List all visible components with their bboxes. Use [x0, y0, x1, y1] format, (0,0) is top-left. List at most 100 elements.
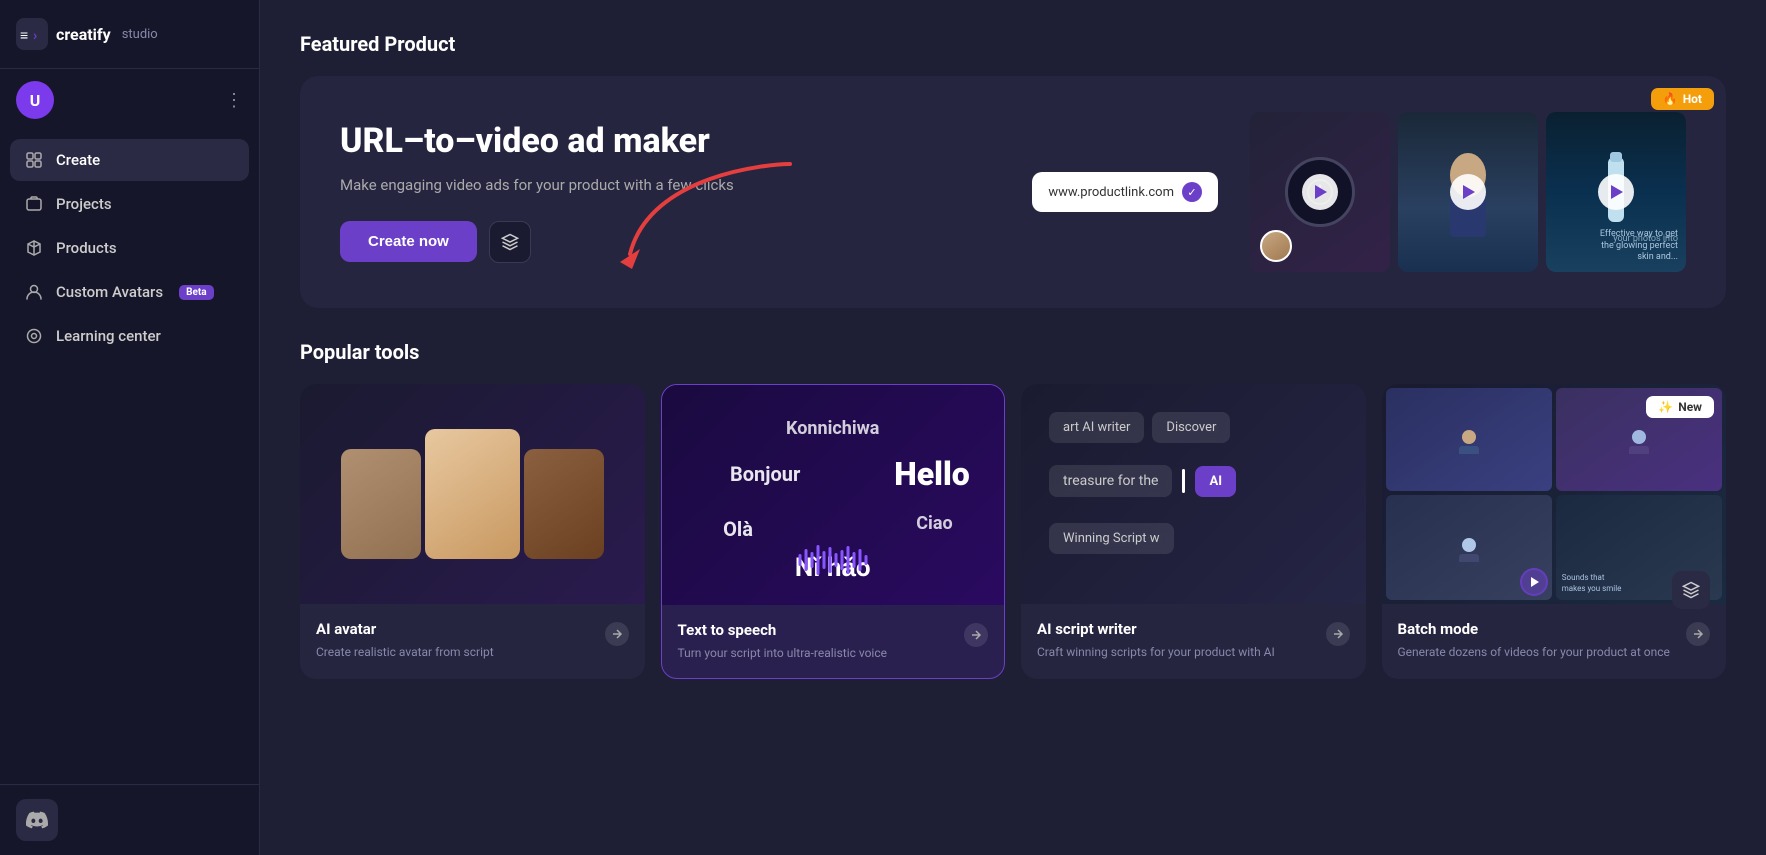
svg-text:≡: ≡: [20, 28, 28, 44]
ai-script-info: AI script writer Craft winning scripts f…: [1021, 604, 1366, 677]
url-section: www.productlink.com ✓: [1032, 172, 1218, 212]
ai-script-arrow[interactable]: [1326, 622, 1350, 646]
ai-avatar-name: AI avatar: [316, 620, 494, 638]
featured-visuals: www.productlink.com ✓: [780, 112, 1686, 272]
avatar-faces: [321, 409, 624, 579]
tool-card-ai-script[interactable]: art AI writer Discover treasure for the …: [1021, 384, 1366, 679]
sidebar-item-products[interactable]: Products: [10, 227, 249, 269]
batch-desc: Generate dozens of videos for your produ…: [1398, 644, 1670, 661]
sidebar-item-avatars-label: Custom Avatars: [56, 283, 163, 301]
tools-grid: AI avatar Create realistic avatar from s…: [300, 384, 1726, 679]
tts-arrow[interactable]: [964, 623, 988, 647]
tts-desc: Turn your script into ultra-realistic vo…: [678, 645, 888, 662]
tts-waveform: [798, 545, 867, 575]
cursor-blink: [1182, 469, 1185, 493]
watch-play-button[interactable]: [1302, 174, 1338, 210]
sidebar-item-learning-label: Learning center: [56, 327, 161, 345]
script-chip-discover: Discover: [1152, 412, 1230, 443]
ai-avatar-info: AI avatar Create realistic avatar from s…: [300, 604, 645, 677]
ai-avatar-desc: Create realistic avatar from script: [316, 644, 494, 661]
featured-actions: Create now: [340, 221, 780, 263]
product-preview: Effective way to getthe glowing perfects…: [1546, 112, 1686, 272]
logo-text: creatify: [56, 25, 111, 44]
featured-section: Featured Product URL–to–video ad maker M…: [300, 32, 1726, 308]
hot-label: Hot: [1683, 92, 1702, 106]
user-section: U ⋮: [0, 69, 259, 131]
tts-visual: Konnichiwa Bonjour Hello Olà Ciao Nǐ hǎo: [662, 385, 1005, 605]
tool-card-tts[interactable]: Konnichiwa Bonjour Hello Olà Ciao Nǐ hǎo: [661, 384, 1006, 679]
svg-text:›: ›: [33, 28, 37, 44]
url-text: www.productlink.com: [1048, 185, 1174, 200]
sidebar-item-create[interactable]: Create: [10, 139, 249, 181]
sidebar-nav: Create Projects Products: [0, 131, 259, 784]
sidebar-footer: [0, 784, 259, 855]
tts-word-ciao: Ciao: [916, 513, 952, 534]
tts-info-row: Text to speech Turn your script into ult…: [678, 621, 989, 662]
sidebar-item-products-label: Products: [56, 239, 117, 257]
new-label: New: [1678, 400, 1702, 414]
face-3: [524, 449, 604, 559]
man-play-button[interactable]: [1450, 174, 1486, 210]
featured-card-subtitle: Make engaging video ads for your product…: [340, 174, 780, 197]
sidebar-item-custom-avatars[interactable]: Custom Avatars Beta: [10, 271, 249, 313]
beta-badge: Beta: [179, 285, 214, 300]
create-now-button[interactable]: Create now: [340, 221, 477, 262]
hot-badge: 🔥 Hot: [1651, 88, 1714, 110]
batch-thumb-3: [1386, 495, 1552, 600]
learn-button[interactable]: [489, 221, 531, 263]
sidebar-item-learning-center[interactable]: Learning center: [10, 315, 249, 357]
watch-preview: [1250, 112, 1390, 272]
projects-icon: [24, 194, 44, 214]
tts-text: Text to speech Turn your script into ult…: [678, 621, 888, 662]
more-menu-icon[interactable]: ⋮: [225, 90, 243, 111]
tool-card-batch[interactable]: ✨ New: [1382, 384, 1727, 679]
face-1: [341, 449, 421, 559]
ai-avatar-text: AI avatar Create realistic avatar from s…: [316, 620, 494, 661]
ai-badge: AI: [1195, 466, 1236, 497]
sidebar: ≡ › creatify studio U ⋮ Create: [0, 0, 260, 855]
batch-text: Batch mode Generate dozens of videos for…: [1398, 620, 1670, 661]
tts-info: Text to speech Turn your script into ult…: [662, 605, 1005, 678]
face-2: [425, 429, 520, 559]
logo-studio: studio: [122, 27, 158, 42]
products-icon: [24, 238, 44, 258]
tts-word-konnichiwa: Konnichiwa: [786, 418, 879, 439]
featured-card: URL–to–video ad maker Make engaging vide…: [300, 76, 1726, 308]
man-preview: [1398, 112, 1538, 272]
batch-info: Batch mode Generate dozens of videos for…: [1382, 604, 1727, 677]
script-chip-treasure: treasure for the: [1049, 465, 1172, 497]
batch-thumb-1: [1386, 388, 1552, 491]
ai-script-name: AI script writer: [1037, 620, 1275, 638]
avatar-icon: [24, 282, 44, 302]
featured-title: Featured Product: [300, 32, 1726, 56]
ai-script-info-row: AI script writer Craft winning scripts f…: [1037, 620, 1350, 661]
main-content: Featured Product URL–to–video ad maker M…: [260, 0, 1766, 855]
sidebar-item-projects[interactable]: Projects: [10, 183, 249, 225]
tool-card-ai-avatar[interactable]: AI avatar Create realistic avatar from s…: [300, 384, 645, 679]
batch-info-row: Batch mode Generate dozens of videos for…: [1398, 620, 1711, 661]
script-chip-1: art AI writer: [1049, 412, 1144, 443]
featured-card-outer: URL–to–video ad maker Make engaging vide…: [300, 76, 1726, 308]
featured-content: URL–to–video ad maker Make engaging vide…: [340, 121, 780, 262]
tts-word-bonjour: Bonjour: [730, 462, 800, 486]
batch-learn-icon[interactable]: [1672, 571, 1710, 609]
ai-script-visual: art AI writer Discover treasure for the …: [1021, 384, 1366, 604]
avatar: U: [16, 81, 54, 119]
featured-images: Effective way to getthe glowing perfects…: [1250, 112, 1686, 272]
tts-word-ola: Olà: [723, 517, 753, 541]
batch-arrow[interactable]: [1686, 622, 1710, 646]
learning-icon: [24, 326, 44, 346]
ai-script-text: AI script writer Craft winning scripts f…: [1037, 620, 1275, 661]
sidebar-item-projects-label: Projects: [56, 195, 112, 213]
tts-name: Text to speech: [678, 621, 888, 639]
sidebar-header: ≡ › creatify studio: [0, 0, 259, 69]
ai-avatar-arrow[interactable]: [605, 622, 629, 646]
url-box: www.productlink.com ✓: [1032, 172, 1218, 212]
logo: ≡ › creatify studio: [16, 18, 158, 50]
script-chip-winning: Winning Script w: [1049, 523, 1174, 554]
logo-icon: ≡ ›: [16, 18, 48, 50]
product-play-button[interactable]: [1598, 174, 1634, 210]
popular-tools-section: Popular tools AI avatar Create realisti: [300, 340, 1726, 679]
batch-name: Batch mode: [1398, 620, 1670, 638]
discord-button[interactable]: [16, 799, 58, 841]
